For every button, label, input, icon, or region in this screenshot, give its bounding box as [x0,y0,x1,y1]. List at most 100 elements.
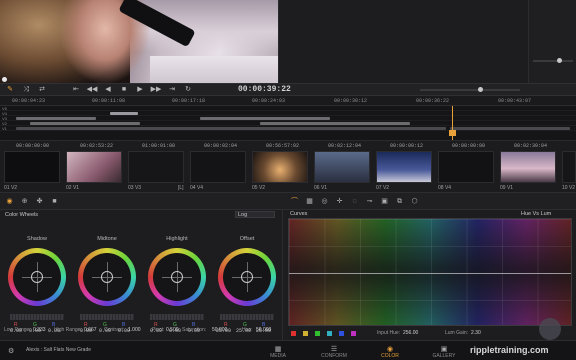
viewer-playhead-icon [2,77,7,82]
red-swatch[interactable] [291,331,296,336]
scrub-slider[interactable] [420,89,520,91]
slider-knob[interactable] [557,58,562,63]
wheel-ring[interactable] [148,248,206,306]
panel-title: Color Wheels [5,212,39,218]
clip-thumbnails: 00:00:00:00 01 V2 00:02:53:22 02 V1 01:0… [0,140,576,192]
blue-swatch[interactable] [339,331,344,336]
mode-dropdown-value: Log [238,212,248,218]
track-v1: V1 [0,126,576,131]
hue-label: Hue: [242,327,253,333]
window-icon[interactable]: ◎ [320,197,329,206]
stereo-icon[interactable]: ⧉ [395,197,404,206]
input-hue-value[interactable]: 256.00 [403,330,418,336]
clip-timecode: 00:00:02:04 [204,143,238,149]
cyan-swatch[interactable] [327,331,332,336]
rewind-button[interactable]: ◀◀ [86,86,98,94]
master-wheel-bar[interactable] [150,314,204,320]
yellow-swatch[interactable] [303,331,308,336]
playhead-marker[interactable] [449,130,456,136]
timeline-tracks[interactable]: V5 V4 V3 V2 V1 [0,106,576,140]
saturation-value[interactable]: 50.000 [212,327,227,333]
saturation-label: Saturation: [182,327,207,333]
hue-vs-lum-graph[interactable] [288,218,572,326]
viewer-timecode: 00:00:39:22 [238,85,291,94]
ruler-timecode: 00:00:30:12 [334,98,368,104]
curves-mode-dropdown[interactable]: Hue Vs Lum [521,211,551,217]
wheel-ring[interactable] [78,248,136,306]
play-button[interactable]: ▶ [134,86,146,94]
settings-icon[interactable]: ⚙ [8,347,14,355]
page-media[interactable]: ▦ MEDIA [248,345,308,359]
clip-timecode: 00:02:30:04 [514,143,548,149]
blur-icon[interactable]: ◌ [350,197,359,206]
go-start-button[interactable]: ⇤ [70,86,82,94]
clip-thumbnail[interactable] [438,151,494,183]
bars-icon[interactable]: ⊕ [20,197,29,206]
low-range-value[interactable]: 0.333 [33,327,46,333]
master-wheel-bar[interactable] [220,314,274,320]
viewer-side-panel [278,0,528,83]
lum-gain-value[interactable]: 2.30 [471,330,481,336]
high-range-value[interactable]: 0.667 [84,327,97,333]
clip-thumbnail[interactable] [66,151,122,183]
mode-dropdown[interactable]: Log [235,211,275,218]
clip-thumbnail[interactable] [252,151,308,183]
go-end-button[interactable]: ⇥ [166,86,178,94]
page-color[interactable]: ◉ COLOR [360,345,420,359]
master-wheel-bar[interactable] [10,314,64,320]
watermark: rippletraining.com [470,345,549,355]
pivot-label: Pivot: [152,327,165,333]
reverse-play-button[interactable]: ◀ [102,86,114,94]
wheel-ring[interactable] [8,248,66,306]
viewer-snow [150,56,278,83]
sizing-icon[interactable]: ▣ [380,197,389,206]
clip-thumbnail[interactable] [128,151,184,183]
panel-title: Curves [290,211,308,217]
contrast-value[interactable]: 1.000 [128,327,141,333]
video-viewer[interactable] [0,0,278,83]
clip-thumbnail[interactable] [4,151,60,183]
clip-thumbnail[interactable] [190,151,246,183]
color-wheels-panel: Color Wheels Log Shadow RGB 0.00 0.00 0.… [0,210,283,340]
grid-icon[interactable]: ▦ [305,197,314,206]
stop-button[interactable]: ■ [118,86,130,94]
loop-icon[interactable]: ⇄ [36,86,48,94]
curve-line[interactable] [289,273,571,274]
hue-value[interactable]: 50.000 [256,327,271,333]
color-toolbar: ◉ ⊕ ✤ ■ ⌒ ▦ ◎ ✛ ◌ ⊸ ▣ ⧉ ⬡ [0,192,576,210]
clip-name: 10 V2 [562,185,576,191]
tracker-icon[interactable]: ✛ [335,197,344,206]
fast-forward-button[interactable]: ▶▶ [150,86,162,94]
scrub-knob[interactable] [478,87,483,92]
input-hue-label: Input Hue: [377,330,401,336]
offset-wheel[interactable]: Offset RGB 25.00 25.00 25.00 [214,236,280,334]
clip-name: 08 V4 [438,185,452,191]
shadow-wheel[interactable]: Shadow RGB 0.00 0.00 0.00 [4,236,70,334]
highlight-wheel[interactable]: Highlight RGB 0.00 0.00 0.00 [144,236,210,334]
clip-thumbnail[interactable] [500,151,556,183]
master-wheel-bar[interactable] [80,314,134,320]
curves-icon[interactable]: ⌒ [290,197,299,206]
clip-thumbnail[interactable] [314,151,370,183]
page-gallery[interactable]: ▣ GALLERY [414,345,474,359]
color-wheels-icon[interactable]: ◉ [5,197,14,206]
keyframe-icon[interactable]: ⬡ [410,197,419,206]
magenta-swatch[interactable] [351,331,356,336]
ruler-timecode: 00:00:36:22 [416,98,450,104]
pen-icon[interactable]: ✎ [4,86,16,94]
shuffle-icon[interactable]: ⤨ [20,86,32,94]
clip-name: 09 V1 [500,185,514,191]
page-conform[interactable]: ☰ CONFORM [304,345,364,359]
camera-icon[interactable]: ■ [50,197,59,206]
rgb-mixer-icon[interactable]: ✤ [35,197,44,206]
loop-button[interactable]: ↻ [182,86,194,94]
clip-thumbnail[interactable] [376,151,432,183]
wheel-ring[interactable] [218,248,276,306]
timeline-ruler[interactable]: 00:00:04:23 00:00:11:08 00:00:17:18 00:0… [0,96,576,106]
pivot-value[interactable]: 0.500 [166,327,179,333]
midtone-wheel[interactable]: Midtone RGB 0.00 0.00 0.00 [74,236,140,334]
green-swatch[interactable] [315,331,320,336]
clip-timecode: 00:02:12:04 [328,143,362,149]
clip-thumbnail[interactable] [562,151,576,183]
key-icon[interactable]: ⊸ [365,197,374,206]
